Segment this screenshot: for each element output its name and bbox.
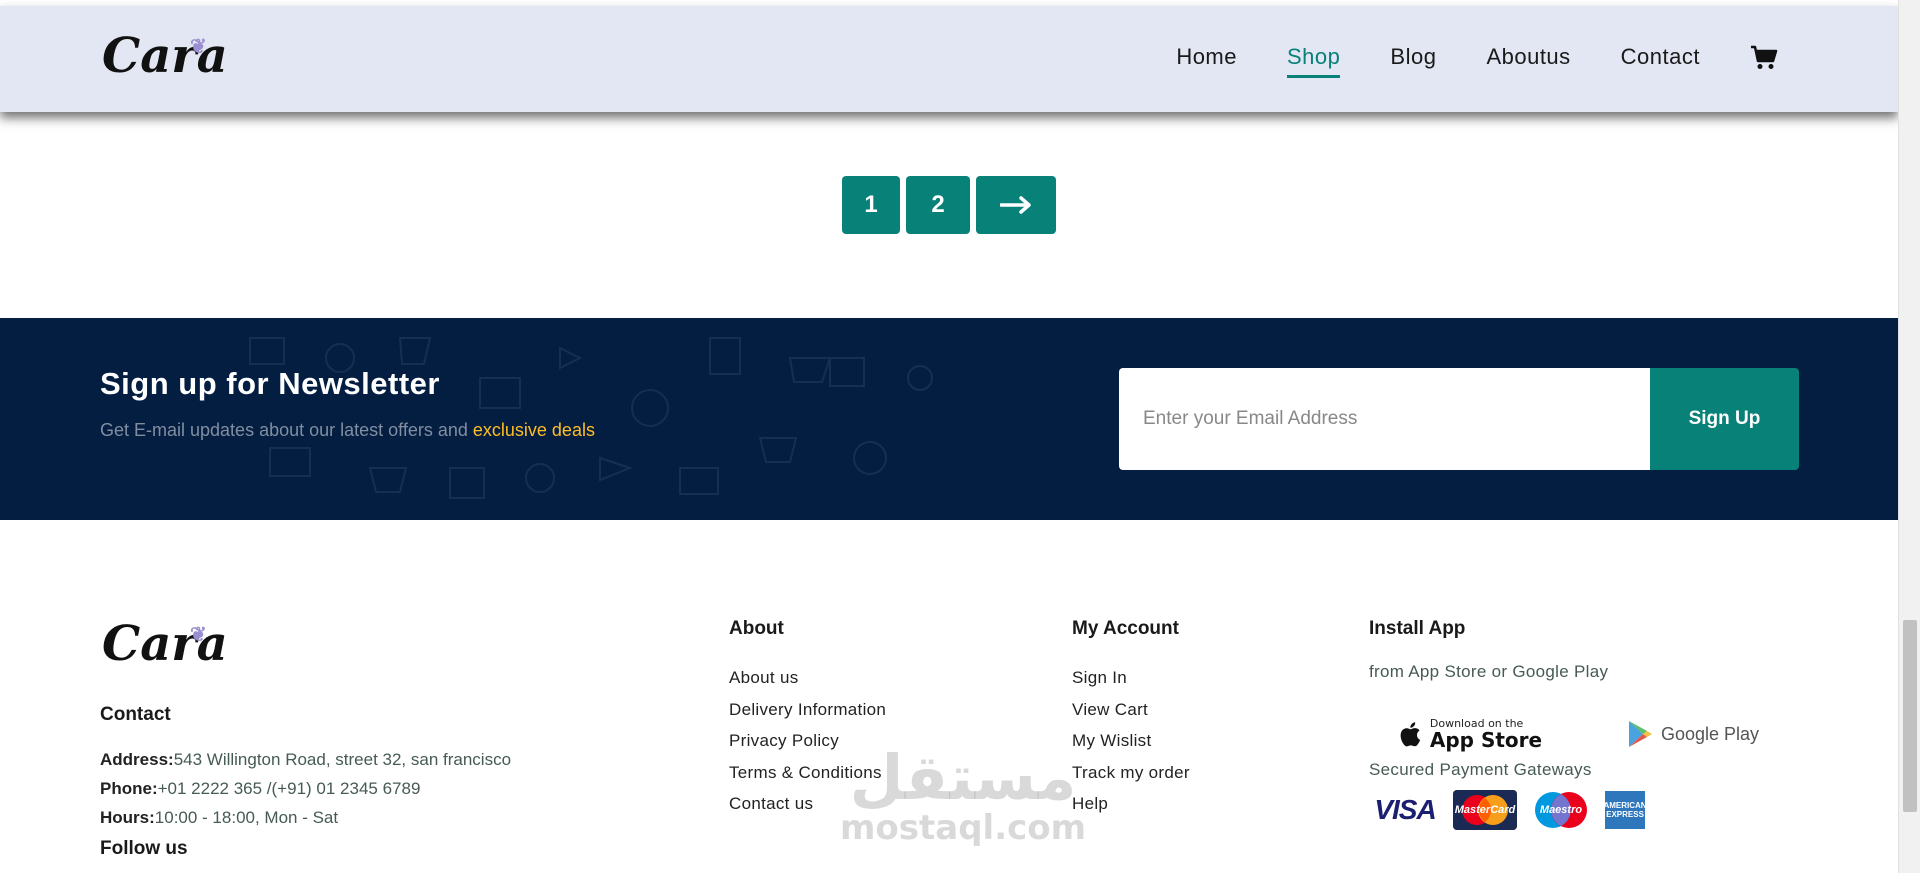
apple-icon <box>1400 722 1421 747</box>
contact-us-link[interactable]: Contact us <box>729 788 886 820</box>
maestro-logo: Maestro <box>1529 790 1593 830</box>
phone-label: Phone: <box>100 779 158 798</box>
sign-in-link[interactable]: Sign In <box>1072 662 1190 694</box>
hours-value: 10:00 - 18:00, Mon - Sat <box>154 808 339 827</box>
next-page-button[interactable] <box>976 176 1056 234</box>
app-store-small-text: Download on the <box>1429 716 1524 730</box>
google-play-button[interactable]: Google Play <box>1593 706 1793 762</box>
address-label: Address: <box>100 750 174 769</box>
newsletter-subtitle-text: Get E-mail updates about our latest offe… <box>100 420 473 440</box>
app-store-text: Download on the App Store <box>1430 718 1542 751</box>
about-us-link[interactable]: About us <box>729 662 886 694</box>
mastercard-logo: MasterCard <box>1453 790 1517 830</box>
hours-line: Hours:10:00 - 18:00, Mon - Sat <box>100 808 338 828</box>
vertical-scrollbar[interactable] <box>1898 0 1920 873</box>
page: Cara ❦ Home Shop Blog Aboutus Contact 1 … <box>0 0 1898 873</box>
amex-logo: AMERICAN EXPRESS <box>1603 791 1647 829</box>
terms-conditions-link[interactable]: Terms & Conditions <box>729 757 886 789</box>
mastercard-text: MasterCard <box>1454 804 1516 816</box>
maestro-text: Maestro <box>1539 804 1583 816</box>
nav-home[interactable]: Home <box>1176 44 1237 70</box>
app-store-button[interactable]: Download on the App Store <box>1369 706 1569 762</box>
my-account-column: My Account Sign In View Cart My Wislist … <box>1072 618 1190 820</box>
phone-value: +01 2222 365 /(+91) 01 2345 6789 <box>157 779 421 798</box>
newsletter-title: Sign up for Newsletter <box>100 366 440 401</box>
lavender-sprig-icon: ❦ <box>190 34 207 58</box>
privacy-policy-link[interactable]: Privacy Policy <box>729 725 886 757</box>
track-order-link[interactable]: Track my order <box>1072 757 1190 789</box>
shopping-cart-icon[interactable] <box>1750 45 1778 69</box>
scrollbar-thumb[interactable] <box>1903 620 1917 812</box>
arrow-right-icon <box>1000 196 1031 214</box>
about-heading: About <box>729 618 784 639</box>
address-value: 543 Willington Road, street 32, san fran… <box>173 750 512 769</box>
newsletter-section: Sign up for Newsletter Get E-mail update… <box>0 318 1898 520</box>
email-input[interactable]: Enter your Email Address <box>1119 368 1650 470</box>
delivery-information-link[interactable]: Delivery Information <box>729 694 886 726</box>
about-column: About About us Delivery Information Priv… <box>729 618 886 820</box>
hours-label: Hours: <box>100 808 155 827</box>
phone-line: Phone:+01 2222 365 /(+91) 01 2345 6789 <box>100 779 420 799</box>
nav-shop[interactable]: Shop <box>1287 44 1341 78</box>
site-footer: Cara ❦ Contact Address:543 Willington Ro… <box>0 520 1898 873</box>
nav-blog[interactable]: Blog <box>1390 44 1436 70</box>
page-1-button[interactable]: 1 <box>842 176 900 234</box>
payment-gateways: VISA MasterCard Maestro AMERICAN EXPRESS <box>1369 790 1647 830</box>
app-store-big-text: App Store <box>1429 727 1543 752</box>
google-play-text: Google Play <box>1660 723 1760 744</box>
app-store-buttons: Download on the App Store Google Play <box>1369 706 1793 762</box>
lavender-sprig-icon: ❦ <box>190 622 207 646</box>
nav-aboutus[interactable]: Aboutus <box>1486 44 1570 70</box>
site-header: Cara ❦ Home Shop Blog Aboutus Contact <box>0 6 1898 112</box>
address-line: Address:543 Willington Road, street 32, … <box>100 750 511 770</box>
payment-heading: Secured Payment Gateways <box>1369 760 1592 779</box>
install-app-column: Install App from App Store or Google Pla… <box>1369 618 1608 682</box>
nav-contact[interactable]: Contact <box>1621 44 1700 70</box>
visa-logo: VISA <box>1374 794 1436 825</box>
shopping-pattern-decoration <box>249 337 933 499</box>
page-2-button[interactable]: 2 <box>906 176 970 234</box>
newsletter-form: Enter your Email Address Sign Up <box>1119 368 1799 470</box>
follow-us-heading: Follow us <box>100 838 188 859</box>
google-play-icon <box>1628 721 1652 747</box>
footer-logo[interactable]: Cara ❦ <box>102 616 228 672</box>
footer-logo-text: Cara <box>102 616 228 672</box>
pagination: 1 2 <box>842 176 1056 234</box>
my-wishlist-link[interactable]: My Wislist <box>1072 725 1190 757</box>
help-link[interactable]: Help <box>1072 788 1190 820</box>
sign-up-button[interactable]: Sign Up <box>1650 368 1799 470</box>
logo-text: Cara <box>102 28 228 84</box>
install-app-heading: Install App <box>1369 618 1466 639</box>
newsletter-subtitle: Get E-mail updates about our latest offe… <box>100 420 595 441</box>
install-app-subtext: from App Store or Google Play <box>1369 662 1609 681</box>
newsletter-highlight: exclusive deals <box>472 420 595 440</box>
site-logo[interactable]: Cara ❦ <box>102 28 228 84</box>
contact-heading: Contact <box>100 704 171 725</box>
my-account-heading: My Account <box>1072 618 1179 639</box>
main-nav: Home Shop Blog Aboutus Contact <box>1176 44 1778 78</box>
view-cart-link[interactable]: View Cart <box>1072 694 1190 726</box>
